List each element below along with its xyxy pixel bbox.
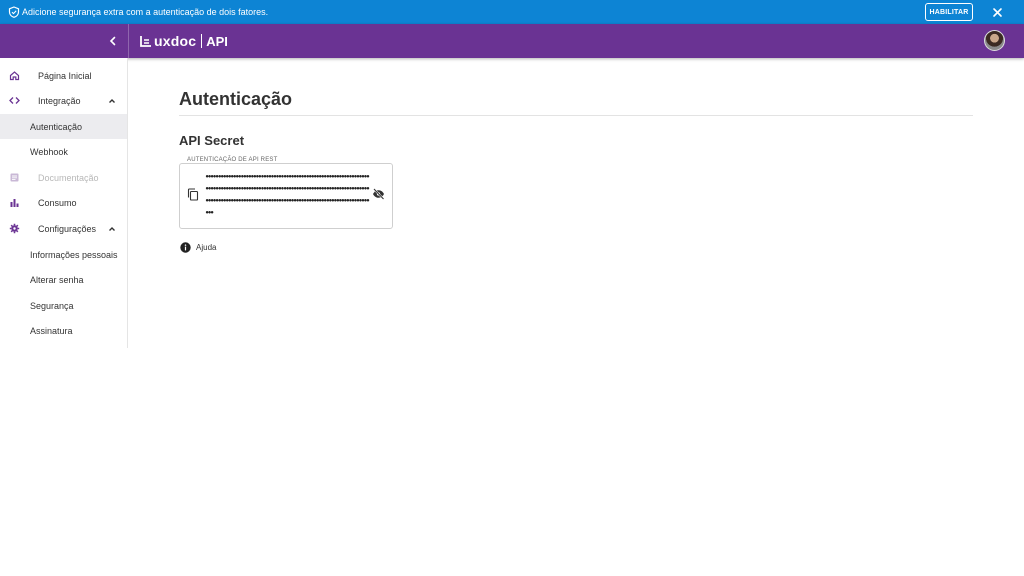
close-icon[interactable]: [991, 6, 1004, 19]
sidebar-item-label: Autenticação: [30, 121, 83, 132]
gear-icon: [9, 223, 20, 234]
home-icon: [9, 71, 20, 81]
chevron-up-icon: [109, 226, 115, 231]
sidebar-item-label: Alterar senha: [30, 274, 84, 285]
sidebar-item-label: Assinatura: [30, 325, 73, 336]
sidebar-item-label: Documentação: [38, 172, 99, 183]
sidebar-item-subscription[interactable]: Assinatura: [0, 318, 127, 343]
sidebar-item-label: Consumo: [38, 197, 77, 208]
bar-chart-icon: [10, 199, 19, 207]
sidebar-item-authentication[interactable]: Autenticação: [0, 114, 127, 139]
code-icon: [9, 97, 20, 104]
sidebar-item-label: Informações pessoais: [30, 249, 118, 260]
header-divider: [128, 24, 129, 58]
sidebar-item-integration[interactable]: Integração: [0, 88, 127, 113]
sidebar-item-usage[interactable]: Consumo: [0, 190, 127, 215]
app-header: uxdoc API: [0, 24, 1024, 58]
brand-name: uxdoc: [154, 33, 197, 49]
page-title: Autenticação: [179, 89, 293, 109]
sidebar: Página Inicial Integração Autenticação W…: [0, 58, 128, 348]
app-logo[interactable]: uxdoc API: [139, 32, 228, 50]
chevron-up-icon: [109, 98, 115, 103]
info-icon[interactable]: [180, 242, 191, 253]
two-factor-banner: Adicione segurança extra com a autentica…: [0, 0, 1024, 24]
eye-off-icon[interactable]: [372, 188, 385, 200]
banner-message: Adicione segurança extra com a autentica…: [22, 7, 269, 17]
api-secret-value[interactable]: ••••••••••••••••••••••••••••••••••••••••…: [205, 171, 370, 219]
logo-mark-icon: [140, 36, 151, 47]
section-title: API Secret: [179, 133, 245, 148]
sidebar-item-webhook[interactable]: Webhook: [0, 139, 127, 164]
sidebar-item-label: Segurança: [30, 300, 74, 311]
document-icon: [10, 173, 19, 182]
collapse-sidebar-icon[interactable]: [106, 34, 120, 48]
sidebar-item-label: Integração: [38, 95, 81, 106]
copy-icon[interactable]: [187, 188, 199, 201]
sidebar-item-documentation: Documentação: [0, 165, 127, 190]
sidebar-item-settings[interactable]: Configurações: [0, 216, 127, 241]
sidebar-item-change-password[interactable]: Alterar senha: [0, 267, 127, 292]
logo-separator: [201, 34, 203, 48]
sidebar-item-security[interactable]: Segurança: [0, 293, 127, 318]
enable-two-factor-button[interactable]: HABILITAR: [925, 3, 973, 21]
avatar[interactable]: [984, 30, 1005, 51]
shield-icon: [8, 6, 20, 18]
api-secret-field-label: AUTENTICAÇÃO DE API REST: [184, 157, 281, 163]
sidebar-item-label: Página Inicial: [38, 70, 92, 81]
help-link[interactable]: Ajuda: [196, 243, 216, 252]
product-name: API: [206, 33, 228, 49]
sidebar-item-label: Webhook: [30, 146, 68, 157]
sidebar-item-label: Configurações: [38, 223, 97, 234]
sidebar-item-home[interactable]: Página Inicial: [0, 63, 127, 88]
sidebar-item-personal-info[interactable]: Informações pessoais: [0, 242, 127, 267]
title-divider: [179, 115, 973, 116]
